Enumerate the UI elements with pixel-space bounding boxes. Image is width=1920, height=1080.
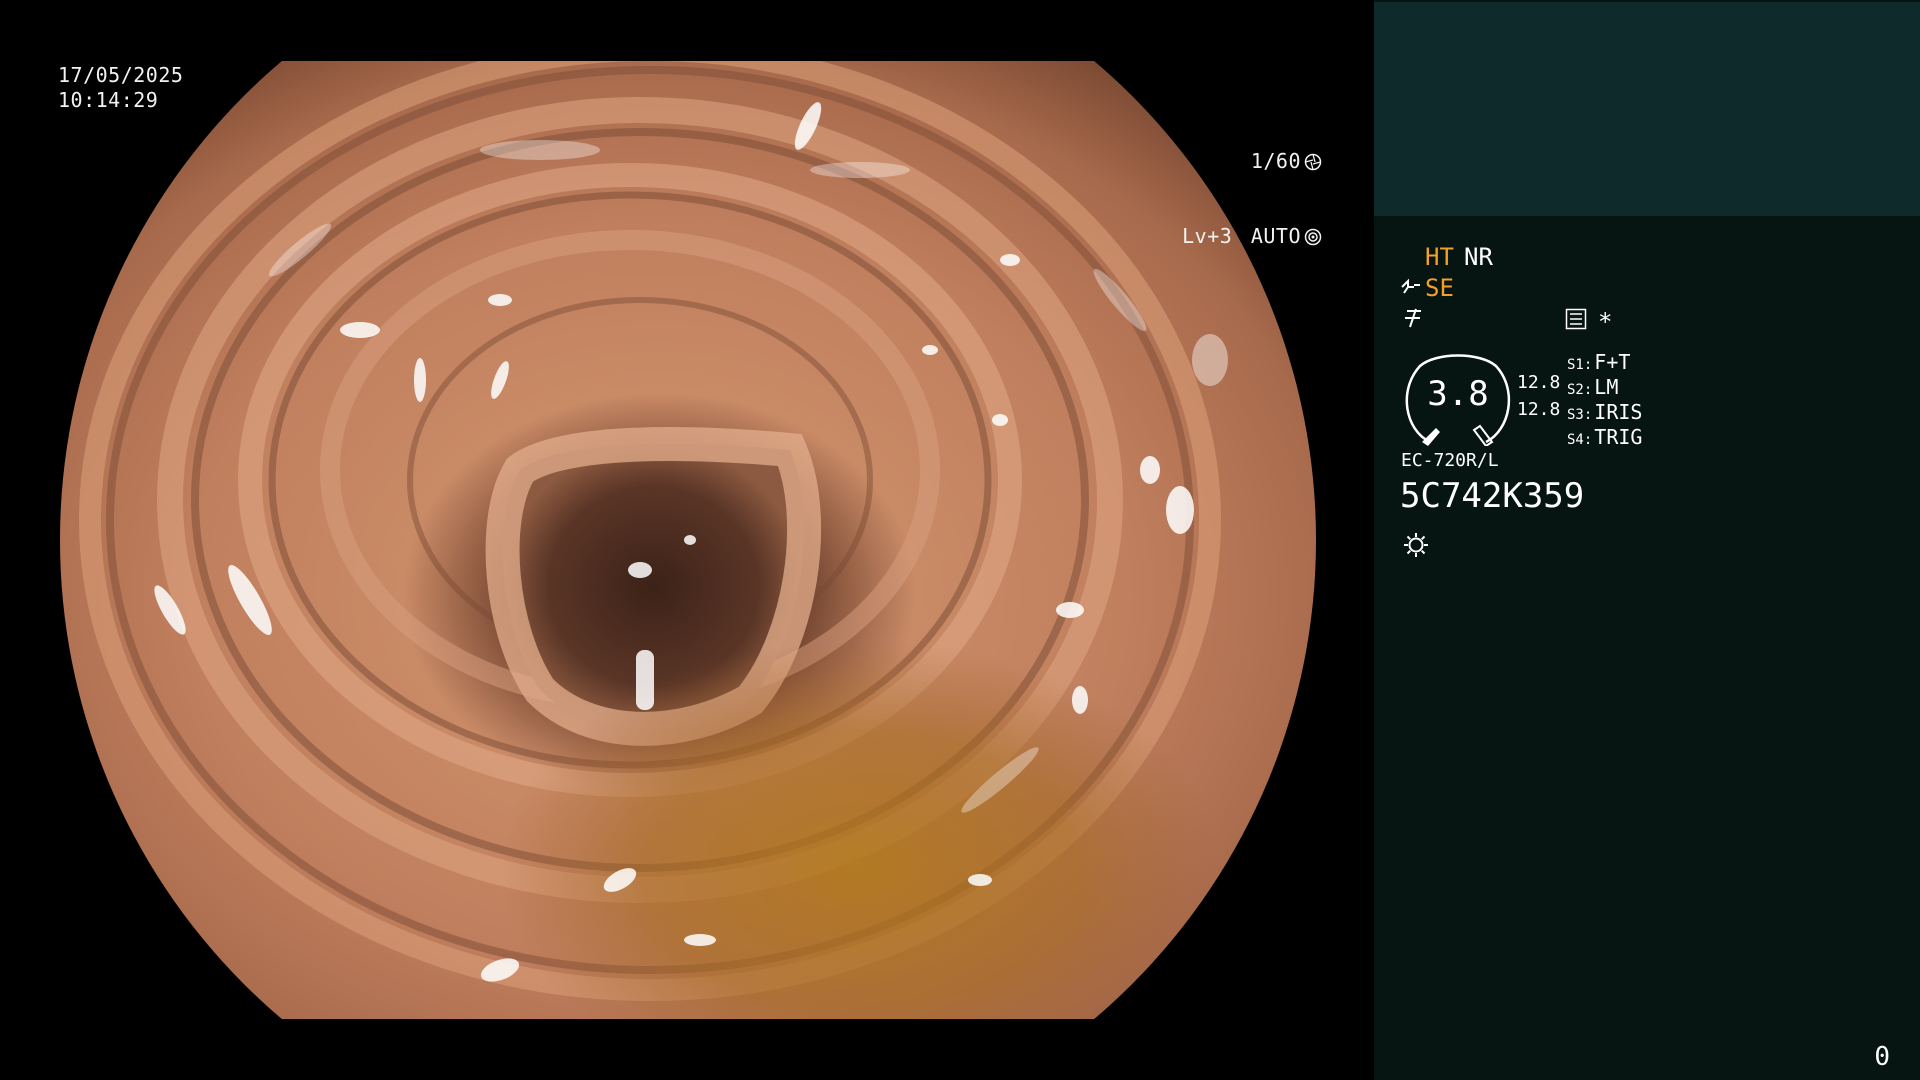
endoscopy-monitor: 17/05/2025 10:14:29 1/60 Lv+3 AUTO HT NR… [0, 0, 1920, 1080]
date-text: 17/05/2025 [58, 63, 184, 87]
signal-icon [1401, 278, 1420, 294]
shutter-row: 1/60 [1182, 149, 1322, 174]
gauge-value: 3.8 [1427, 374, 1489, 414]
scale-top-value: 12.8 [1517, 372, 1561, 393]
switch-value: IRIS [1594, 400, 1643, 424]
iris-auto-icon [1304, 228, 1322, 245]
flex-icon [1405, 308, 1421, 328]
exposure-display: 1/60 Lv+3 AUTO [1182, 99, 1322, 299]
page-counter: 0 [1874, 1042, 1890, 1072]
switch-key: S3: [1567, 407, 1593, 423]
switch-row: S4: TRIG [1567, 425, 1642, 449]
date-time-display: 17/05/2025 10:14:29 [58, 63, 183, 113]
scope-model: EC-720R/L [1401, 450, 1499, 471]
brightness-level: Lv+3 [1182, 224, 1233, 248]
nr-indicator: NR [1464, 243, 1493, 271]
ht-indicator: HT [1425, 243, 1454, 271]
shutter-speed: 1/60 [1250, 149, 1301, 173]
asterisk-indicator: * [1598, 308, 1613, 336]
switch-row: S1: F+T [1567, 350, 1630, 374]
time-text: 10:14:29 [58, 88, 159, 112]
light-icon [1404, 533, 1428, 557]
iris-mode: AUTO [1250, 224, 1301, 248]
switch-key: S1: [1567, 357, 1593, 373]
endoscope-video-view: 17/05/2025 10:14:29 1/60 Lv+3 AUTO [0, 0, 1374, 1080]
aperture-icon [1304, 153, 1322, 170]
switch-row: S3: IRIS [1567, 400, 1642, 424]
switch-key: S2: [1567, 382, 1593, 398]
switch-value: TRIG [1594, 425, 1643, 449]
scale-bottom-value: 12.8 [1517, 399, 1561, 420]
patient-info-box [1374, 2, 1920, 216]
se-indicator: SE [1425, 274, 1454, 302]
switch-row: S2: LM [1567, 375, 1618, 399]
menu-list-icon [1565, 308, 1587, 330]
level-row: Lv+3 AUTO [1182, 224, 1322, 249]
switch-key: S4: [1567, 432, 1593, 448]
endoscope-image [60, 61, 1316, 1019]
info-panel [1374, 0, 1920, 1080]
scope-serial: 5C742K359 [1400, 476, 1585, 516]
switch-value: F+T [1594, 350, 1631, 374]
switch-value: LM [1594, 375, 1619, 399]
